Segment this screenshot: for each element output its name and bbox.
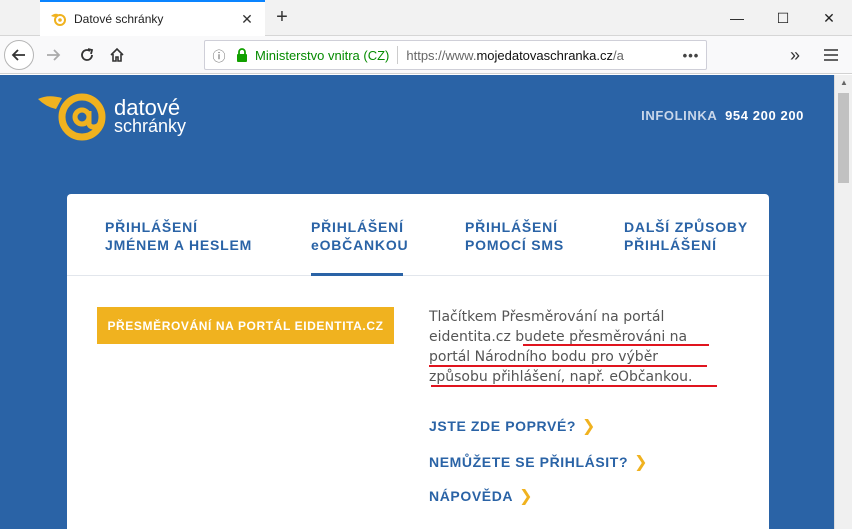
- tab-login-eobcanka[interactable]: PŘIHLÁŠENÍ eOBČANKOU: [311, 218, 408, 254]
- menu-hamburger-icon[interactable]: [816, 40, 846, 70]
- annotation-underline-2: [429, 365, 707, 367]
- login-card: PŘIHLÁŠENÍ JMÉNEM A HESLEM PŘIHLÁŠENÍ eOBČ…: [67, 194, 769, 529]
- back-button[interactable]: [4, 40, 34, 70]
- browser-titlebar: Datové schránky ✕ + — ☐ ✕: [0, 0, 852, 36]
- close-window-button[interactable]: ✕: [806, 4, 852, 32]
- login-tabs: PŘIHLÁŠENÍ JMÉNEM A HESLEM PŘIHLÁŠENÍ eOBČ…: [67, 194, 769, 276]
- scroll-thumb[interactable]: [838, 93, 849, 183]
- arrow-left-icon: [11, 49, 25, 61]
- browser-tab[interactable]: Datové schránky ✕: [40, 0, 265, 36]
- infolinka-label: INFOLINKA: [641, 108, 717, 123]
- tab-login-sms[interactable]: PŘIHLÁŠENÍ POMOCÍ SMS: [465, 218, 564, 254]
- link-cannot-login[interactable]: NEMŮŽETE SE PŘIHLÁSIT? ❯: [429, 452, 648, 472]
- infolinka: INFOLINKA 954 200 200: [641, 108, 804, 123]
- link-first-time[interactable]: JSTE ZDE POPRVÉ? ❯: [429, 416, 596, 436]
- tab-login-name-password[interactable]: PŘIHLÁŠENÍ JMÉNEM A HESLEM: [105, 218, 252, 254]
- lock-icon[interactable]: [233, 48, 251, 62]
- tab-title: Datové schránky: [74, 12, 164, 26]
- page-scrollbar[interactable]: ▲: [834, 75, 852, 529]
- maximize-button[interactable]: ☐: [760, 4, 806, 32]
- browser-navbar: ⓘ Ministerstvo vnitra (CZ) https://www.m…: [0, 36, 852, 74]
- infolinka-number: 954 200 200: [725, 108, 804, 123]
- url-separator: [397, 46, 399, 64]
- minimize-button[interactable]: —: [714, 4, 760, 32]
- scroll-up-icon[interactable]: ▲: [835, 75, 852, 91]
- overflow-chevron-icon[interactable]: »: [780, 40, 810, 70]
- page-content: datové schránky INFOLINKA 954 200 200 PŘ…: [0, 75, 834, 529]
- address-bar[interactable]: ⓘ Ministerstvo vnitra (CZ) https://www.m…: [204, 40, 707, 70]
- new-tab-button[interactable]: +: [270, 6, 294, 30]
- home-button[interactable]: [102, 40, 132, 70]
- arrow-right-icon: [47, 49, 61, 61]
- datove-schranky-favicon: [51, 13, 66, 26]
- site-identity: Ministerstvo vnitra (CZ): [255, 47, 390, 63]
- reload-icon: [81, 48, 94, 61]
- info-icon[interactable]: ⓘ: [205, 46, 233, 65]
- logo-at-icon: [38, 93, 106, 141]
- redirect-description: Tlačítkem Přesměrování na portál eidenti…: [429, 309, 693, 385]
- tab-login-other[interactable]: DALŠÍ ZPŮSOBY PŘIHLÁŠENÍ: [624, 218, 748, 254]
- active-tab-indicator: [311, 273, 403, 276]
- annotation-underline-1: [523, 344, 709, 346]
- home-icon: [110, 47, 124, 62]
- redirect-eidentita-button[interactable]: PŘESMĚROVÁNÍ NA PORTÁL EIDENTITA.CZ: [97, 307, 394, 344]
- reload-button[interactable]: [72, 40, 102, 70]
- forward-button[interactable]: [38, 40, 68, 70]
- logo[interactable]: datové schránky: [38, 93, 186, 141]
- logo-wordmark: datové schránky: [114, 95, 187, 136]
- chevron-right-icon: ❯: [582, 418, 597, 435]
- chevron-right-icon: ❯: [519, 488, 534, 505]
- tab-close-icon[interactable]: ✕: [239, 11, 255, 28]
- link-help[interactable]: NÁPOVĚDA ❯: [429, 486, 533, 506]
- url-text[interactable]: https://www.mojedatovaschranka.cz/a: [406, 48, 676, 63]
- page-actions-icon[interactable]: •••: [676, 48, 706, 63]
- chevron-right-icon: ❯: [634, 454, 649, 471]
- annotation-underline-3: [431, 385, 717, 387]
